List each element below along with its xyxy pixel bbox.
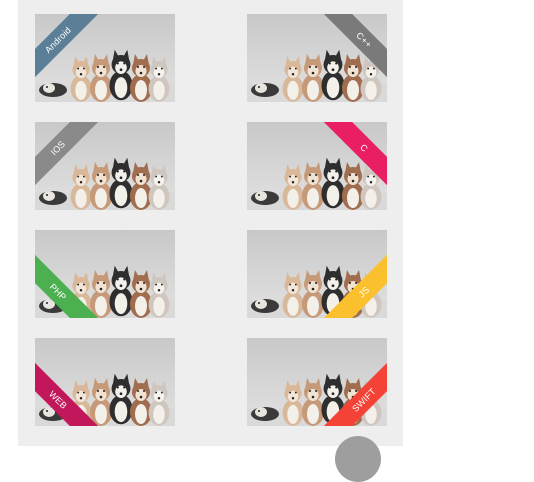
grid-panel: Android C++ IOS C PHP JS WEB SWIFT xyxy=(18,0,403,446)
card-ios[interactable]: IOS xyxy=(35,122,175,210)
floating-action-button[interactable] xyxy=(335,436,381,482)
card-c[interactable]: C xyxy=(247,122,387,210)
card-swift[interactable]: SWIFT xyxy=(247,338,387,426)
card-cpp[interactable]: C++ xyxy=(247,14,387,102)
card-android[interactable]: Android xyxy=(35,14,175,102)
card-js[interactable]: JS xyxy=(247,230,387,318)
card-php[interactable]: PHP xyxy=(35,230,175,318)
card-web[interactable]: WEB xyxy=(35,338,175,426)
